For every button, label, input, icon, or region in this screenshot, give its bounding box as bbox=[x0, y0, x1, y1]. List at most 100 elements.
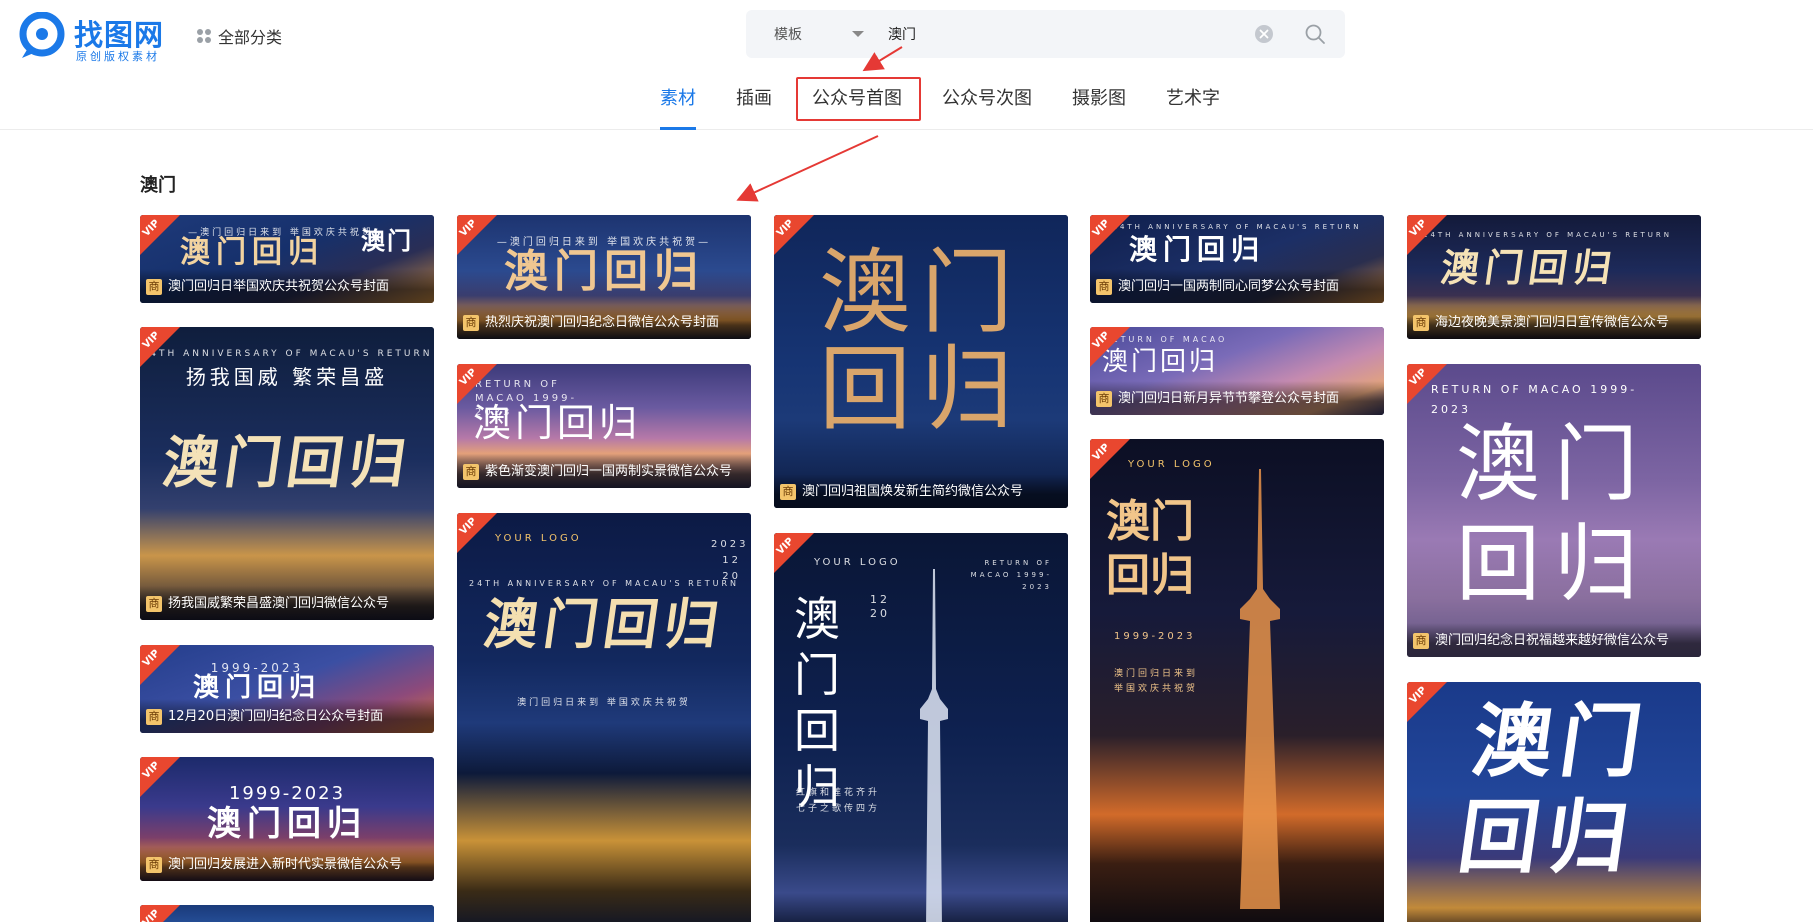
template-card[interactable]: 澳门回归 VIP bbox=[1407, 682, 1701, 922]
tab-label: 艺术字 bbox=[1166, 88, 1220, 109]
card-caption: 商 12月20日澳门回归纪念日公众号封面 bbox=[140, 699, 434, 733]
card-art-title: 澳门回归 bbox=[473, 401, 642, 445]
card-caption-text: 澳门回归纪念日祝福越来越好微信公众号 bbox=[1435, 633, 1670, 648]
active-tab-underline bbox=[660, 127, 696, 130]
card-caption: 商澳门回归祖国焕发新生简约微信公众号 bbox=[774, 474, 1068, 508]
card-art-small: 1999-2023 bbox=[228, 783, 346, 804]
commercial-badge: 商 bbox=[1096, 391, 1112, 407]
card-art-title: 澳门回归 bbox=[1128, 233, 1265, 266]
card-art-subtitle: 澳门回归日来到 举国欢庆共祝贺 bbox=[1114, 669, 1199, 694]
tab-label: 插画 bbox=[736, 88, 772, 109]
vip-badge: VIP bbox=[140, 645, 180, 685]
card-art-small: 24TH ANNIVERSARY OF MACAU'S RETURN bbox=[141, 349, 433, 359]
template-card[interactable]: —澳门回归日来到 举国欢庆共祝贺— 澳门回归 澳门 VIP 商澳门回归日举国欢庆… bbox=[140, 215, 434, 303]
chevron-down-icon[interactable] bbox=[852, 31, 864, 37]
card-art-subtitle: 澳门回归日来到 举国欢庆共祝贺 bbox=[517, 698, 691, 708]
card-date: 2023 12 20 bbox=[711, 539, 749, 582]
search-input[interactable] bbox=[888, 20, 1248, 48]
card-caption-text: 澳门回归日新月异节节攀登公众号封面 bbox=[1118, 391, 1340, 406]
vip-badge: VIP bbox=[1090, 215, 1130, 255]
tab-label: 摄影图 bbox=[1072, 88, 1126, 109]
template-card[interactable]: —澳门回归日来到 举国欢庆共祝贺— 澳门回归 VIP 商热烈庆祝澳门回归纪念日微… bbox=[457, 215, 751, 339]
card-art-subtitle: 红旗和莲花齐升 七子之歌传四方 bbox=[796, 788, 881, 814]
card-art-title: 澳门回归 bbox=[207, 804, 367, 844]
commercial-badge: 商 bbox=[146, 279, 162, 295]
commercial-badge: 商 bbox=[780, 484, 796, 500]
commercial-badge: 商 bbox=[463, 315, 479, 331]
card-caption: 商海边夜晚美景澳门回归日宣传微信公众号 bbox=[1407, 305, 1701, 339]
annotation-arrow bbox=[736, 135, 879, 202]
search-type-select[interactable]: 模板 bbox=[774, 24, 802, 44]
site-logo[interactable]: 找图网 原创版权素材 bbox=[18, 12, 178, 63]
vip-badge: VIP bbox=[1407, 215, 1447, 255]
commercial-badge: 商 bbox=[146, 857, 162, 873]
section-title: 澳门 bbox=[140, 175, 176, 196]
card-art-small: RETURN OF MACAO bbox=[1104, 335, 1228, 344]
commercial-badge: 商 bbox=[146, 709, 162, 725]
tab-label: 公众号首图 bbox=[812, 88, 902, 109]
logo-subtitle: 原创版权素材 bbox=[76, 50, 160, 63]
card-art-small: 24TH ANNIVERSARY OF MACAU'S RETURN bbox=[1423, 231, 1672, 239]
card-caption: 商扬我国威繁荣昌盛澳门回归微信公众号 bbox=[140, 586, 434, 620]
card-caption-text: 澳门回归日举国欢庆共祝贺公众号封面 bbox=[168, 279, 390, 294]
card-art-title: 澳门回归 bbox=[1106, 496, 1194, 601]
tab-label: 公众号次图 bbox=[942, 88, 1032, 109]
card-art-title: 澳门回归 bbox=[1452, 695, 1656, 884]
all-categories-button[interactable]: 全部分类 bbox=[197, 24, 282, 48]
card-art-title: 澳门回归 bbox=[504, 246, 704, 297]
card-caption-text: 海边夜晚美景澳门回归日宣传微信公众号 bbox=[1435, 315, 1670, 330]
template-card[interactable]: YOUR LOGO RETURN OF MACAO 1999-2023 12 2… bbox=[774, 533, 1068, 922]
card-caption-text: 澳门回归祖国焕发新生简约微信公众号 bbox=[802, 484, 1024, 499]
commercial-badge: 商 bbox=[1413, 633, 1429, 649]
card-caption-text: 澳门回归发展进入新时代实景微信公众号 bbox=[168, 857, 403, 872]
top-header: 找图网 原创版权素材 全部分类 模板 素材 bbox=[0, 0, 1813, 130]
card-art-title: 澳门回归 bbox=[1102, 347, 1219, 377]
template-card[interactable]: 1999-2023 澳门回归 VIP 商澳门回归发展进入新时代实景微信公众号 bbox=[140, 757, 434, 881]
template-card[interactable]: YOUR LOGO 澳门回归 1999-2023 澳门回归日来到 举国欢庆共祝贺… bbox=[1090, 439, 1384, 922]
card-art-small: 24TH ANNIVERSARY OF MACAU'S RETURN bbox=[1112, 223, 1362, 231]
card-art-small: 24TH ANNIVERSARY OF MACAU'S RETURN bbox=[469, 579, 739, 588]
template-card[interactable]: 1999-2023 澳门回归 VIP 商 12月20日澳门回归纪念日公众号封面 bbox=[140, 645, 434, 733]
tower-graphic bbox=[1240, 469, 1280, 909]
commercial-badge: 商 bbox=[146, 596, 162, 612]
commercial-badge: 商 bbox=[463, 464, 479, 480]
card-art-title: 澳门回归 bbox=[1438, 246, 1621, 290]
template-card[interactable]: RETURN OF MACAO 1999-2023 澳门回归 VIP 商紫色渐变… bbox=[457, 364, 751, 488]
tab-chahua[interactable]: 插画 bbox=[736, 76, 772, 130]
template-card[interactable]: RETURN OF MACAO 1999-2023 澳门回归 VIP 商澳门回归… bbox=[1407, 364, 1701, 657]
template-card[interactable]: 24TH ANNIVERSARY OF MACAU'S RETURN 澳门回归 … bbox=[1407, 215, 1701, 339]
tab-word-art[interactable]: 艺术字 bbox=[1166, 76, 1220, 130]
card-art-extra: 澳门 bbox=[361, 227, 413, 255]
card-caption-text: 热烈庆祝澳门回归纪念日微信公众号封面 bbox=[485, 315, 720, 330]
template-card[interactable]: RETURN OF MACAO 澳门回归 VIP 商澳门回归日新月异节节攀登公众… bbox=[1090, 327, 1384, 415]
vip-badge: VIP bbox=[140, 757, 180, 797]
card-thumbnail bbox=[457, 513, 751, 922]
template-card[interactable]: VIP bbox=[140, 905, 434, 922]
tab-wechat-cover[interactable]: 公众号首图 bbox=[812, 76, 902, 130]
tab-label: 素材 bbox=[660, 88, 696, 109]
vip-badge: VIP bbox=[457, 215, 497, 255]
card-logo-text: YOUR LOGO bbox=[495, 533, 582, 544]
vip-badge: VIP bbox=[457, 513, 497, 553]
all-categories-label: 全部分类 bbox=[218, 28, 283, 47]
template-card[interactable]: 澳门回归 VIP 商澳门回归祖国焕发新生简约微信公众号 bbox=[774, 215, 1068, 508]
card-caption: 商澳门回归发展进入新时代实景微信公众号 bbox=[140, 847, 434, 881]
search-icon[interactable] bbox=[1304, 23, 1326, 45]
page: 找图网 原创版权素材 全部分类 模板 素材 bbox=[0, 0, 1813, 922]
card-art-extra: 扬我国威 繁荣昌盛 bbox=[185, 365, 389, 389]
vip-badge: VIP bbox=[140, 327, 180, 367]
vip-badge: VIP bbox=[140, 905, 180, 922]
card-caption: 商澳门回归纪念日祝福越来越好微信公众号 bbox=[1407, 623, 1701, 657]
card-caption-text: 澳门回归一国两制同心同梦公众号封面 bbox=[1118, 279, 1340, 294]
card-art-title: 澳门回归 bbox=[479, 593, 729, 656]
clear-icon[interactable] bbox=[1254, 24, 1274, 44]
template-card[interactable]: 24TH ANNIVERSARY OF MACAU'S RETURN 扬我国威 … bbox=[140, 327, 434, 620]
tab-photography[interactable]: 摄影图 bbox=[1072, 76, 1126, 130]
vip-badge: VIP bbox=[457, 364, 497, 404]
tab-sucai[interactable]: 素材 bbox=[660, 76, 696, 130]
categories-grid-icon bbox=[197, 28, 212, 44]
tab-wechat-secondary[interactable]: 公众号次图 bbox=[942, 76, 1032, 130]
card-caption: 商热烈庆祝澳门回归纪念日微信公众号封面 bbox=[457, 305, 751, 339]
template-card[interactable]: 2023 12 20 YOUR LOGO 24TH ANNIVERSARY OF… bbox=[457, 513, 751, 922]
template-card[interactable]: 24TH ANNIVERSARY OF MACAU'S RETURN 澳门回归 … bbox=[1090, 215, 1384, 303]
